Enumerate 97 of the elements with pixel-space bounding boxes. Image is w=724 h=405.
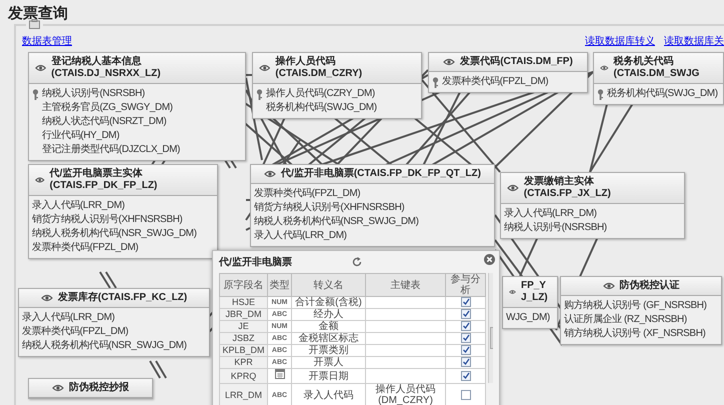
field-label: 发票种类代码(FPZL_DM) [442, 76, 548, 88]
column-header: 转义名 [292, 274, 366, 296]
field-label: 录入人代码(LRR_DM) [504, 208, 597, 220]
eye-icon [35, 64, 46, 72]
table-cell: LRR_DM [220, 384, 268, 405]
table-title: 登记纳税人基本信息(CTAIS.DJ_NSRXX_LZ) [51, 56, 162, 80]
table-card[interactable]: FP_YJ_LZ) WJG_DM) [502, 276, 558, 329]
field-label: 税务机构代码(SWJG_DM) [266, 102, 377, 114]
table-cell: KPLB_DM [220, 344, 268, 356]
table-cell: 开票日期 [292, 368, 366, 384]
eye-icon [443, 58, 456, 66]
table-card[interactable]: 防伪税控抄报 [28, 378, 153, 399]
table-title: 发票代码(CTAIS.DM_FP) [460, 56, 573, 68]
table-cell: KPRQ [220, 368, 268, 384]
table-title: 防伪税控认证 [620, 280, 680, 292]
column-header: 主键表 [366, 274, 446, 296]
column-header: 参与分析 [446, 274, 486, 296]
field-label: WJG_DM) [506, 312, 550, 324]
field-label: 发票种类代码(FPZL_DM) [22, 326, 128, 338]
database-link[interactable]: 读取数据库转义 [585, 34, 655, 48]
field-label: 税务机构代码(SWJG_DM) [607, 88, 718, 100]
field-label: 发票种类代码(FPZL_DM) [254, 188, 360, 200]
close-icon[interactable] [484, 254, 495, 265]
table-title: 操作人员代码(CTAIS.DM_CZRY) [275, 56, 364, 80]
table-card[interactable]: 操作人员代码(CTAIS.DM_CZRY) 操作人员代码(CZRY_DM) 税务机构代码(SWJG_DM) [252, 52, 422, 119]
eye-icon [507, 184, 519, 192]
checkbox[interactable] [460, 345, 470, 356]
table-title: 税务机关代码(CTAIS.DM_SWJG [614, 56, 700, 80]
checkbox[interactable] [460, 297, 470, 308]
checkbox[interactable] [460, 390, 470, 400]
field-label: 行业代码(HY_DM) [42, 130, 120, 142]
column-header: 类型 [268, 274, 292, 296]
table-cell: 开票类别 [292, 344, 366, 356]
eye-icon [40, 294, 53, 302]
column-header: 原字段名 [220, 274, 268, 296]
table-card[interactable]: 税务机关代码(CTAIS.DM_SWJG 税务机构代码(SWJG_DM) [593, 52, 724, 105]
table-cell: KPR [220, 356, 268, 368]
table-cell: JBR_DM [220, 308, 268, 320]
table-cell: 金额 [292, 320, 366, 332]
table-cell: 经办人 [292, 308, 366, 320]
field-label: 纳税人税务机构代码(NSR_SWJG_DM) [22, 340, 187, 352]
field-label: 登记注册类型代码(DJZCLX_DM) [42, 144, 180, 156]
field-label: 发票种类代码(FPZL_DM) [32, 242, 138, 254]
checkbox[interactable] [460, 309, 470, 320]
field-label: 纳税人识别号(NSRSBH) [504, 222, 607, 234]
scrollbar[interactable] [488, 273, 493, 383]
field-label: 销货方纳税人识别号(XHFNSRSBH) [254, 202, 404, 214]
eye-icon [35, 176, 45, 184]
field-label: 纳税人状态代码(NSRZT_DM) [42, 116, 166, 128]
checkbox[interactable] [460, 370, 470, 381]
field-label: 认证所属企业 (RZ_NSRSBH) [564, 314, 687, 326]
field-label: 销货方纳税人识别号(XHFNSRSBH) [32, 214, 182, 226]
eye-icon [509, 288, 516, 296]
eye-icon [264, 170, 276, 178]
table-title: 发票缴销主实体(CTAIS.FP_JX_LZ) [524, 176, 612, 200]
table-title: 发票库存(CTAIS.FP_KC_LZ) [58, 292, 188, 304]
table-cell: 开票人 [292, 356, 366, 368]
table-card[interactable]: 发票代码(CTAIS.DM_FP) 发票种类代码(FPZL_DM) [428, 52, 588, 93]
field-label: 纳税人税务机构代码(NSR_SWJG_DM) [32, 228, 197, 240]
field-label: 录入人代码(LRR_DM) [22, 312, 115, 324]
table-cell: HSJE [220, 296, 268, 308]
table-title: 代/监开非电脑票(CTAIS.FP_DK_FP_QT_LZ) [281, 168, 481, 180]
table-cell: JSBZ [220, 332, 268, 344]
field-label: 主管税务官员(ZG_SWGY_DM) [42, 102, 173, 114]
eye-icon [602, 282, 614, 290]
table-card[interactable]: 登记纳税人基本信息(CTAIS.DJ_NSRXX_LZ) 纳税人识别号(NSRSBH) 主管税务官员(ZG_SWGY_DM) 纳税人状态代码(NSRZT_DM) 行业代码(HY_DM) 登记注册类型代码(DJZCLX_DM) [28, 52, 246, 161]
table-title: 代/监开电脑票主实体(CTAIS.FP_DK_FP_LZ) [50, 168, 158, 192]
table-card[interactable]: 发票库存(CTAIS.FP_KC_LZ) 录入人代码(LRR_DM) 发票种类代码(FPZL_DM) 纳税人税务机构代码(NSR_SWJG_DM) [18, 288, 210, 357]
checkbox[interactable] [460, 357, 470, 368]
field-label: 录入人代码(LRR_DM) [32, 200, 125, 212]
page-title: 发票查询 [8, 4, 69, 24]
field-label: 销方纳税人识别号 (XF_NSRSBH) [564, 328, 706, 340]
table-title: 防伪税控抄报 [69, 382, 129, 394]
table-card[interactable]: 代/监开电脑票主实体(CTAIS.FP_DK_FP_LZ) 录入人代码(LRR_DM) 销货方纳税人识别号(XHFNSRSBH) 纳税人税务机构代码(NSR_SWJG_DM) 发票种类代码(FPZL_DM) [28, 164, 218, 259]
eye-icon [600, 64, 609, 72]
table-card[interactable]: 代/监开非电脑票(CTAIS.FP_DK_FP_QT_LZ) 发票种类代码(FPZL_DM) 销货方纳税人识别号(XHFNSRSBH) 纳税人税务机构代码(NSR_SWJG_DM) 录入人代码(LRR_DM) [250, 164, 495, 247]
eye-icon [52, 384, 64, 392]
field-label: 纳税人税务机构代码(NSR_SWJG_DM) [254, 216, 419, 228]
table-title: FP_YJ_LZ) [520, 280, 549, 304]
field-label: 购方纳税人识别号 (GF_NSRSBH) [564, 300, 707, 312]
table-cell: 合计金额(含税) [292, 296, 366, 308]
table-cell: 金税辖区标志 [292, 332, 366, 344]
refresh-icon[interactable] [352, 257, 362, 267]
eye-icon [259, 64, 270, 72]
field-label: 录入人代码(LRR_DM) [254, 230, 347, 242]
field-label: 操作人员代码(CZRY_DM) [266, 88, 375, 100]
table-card[interactable]: 防伪税控认证 购方纳税人识别号 (GF_NSRSBH) 认证所属企业 (RZ_NSRSBH) 销方纳税人识别号 (XF_NSRSBH) [560, 276, 722, 345]
dialog-title: 代/监开非电脑票 [219, 255, 292, 269]
checkbox[interactable] [460, 321, 470, 332]
table-card[interactable]: 发票缴销主实体(CTAIS.FP_JX_LZ) 录入人代码(LRR_DM) 纳税人识别号(NSRSBH) [500, 172, 685, 239]
table-icon [26, 19, 43, 29]
table-management-link[interactable]: 数据表管理 [22, 34, 72, 48]
table-cell: JE [220, 320, 268, 332]
calendar-icon [274, 369, 284, 379]
field-label: 纳税人识别号(NSRSBH) [42, 88, 145, 100]
checkbox[interactable] [460, 333, 470, 344]
database-link[interactable]: 读取数据库关 [664, 34, 724, 48]
